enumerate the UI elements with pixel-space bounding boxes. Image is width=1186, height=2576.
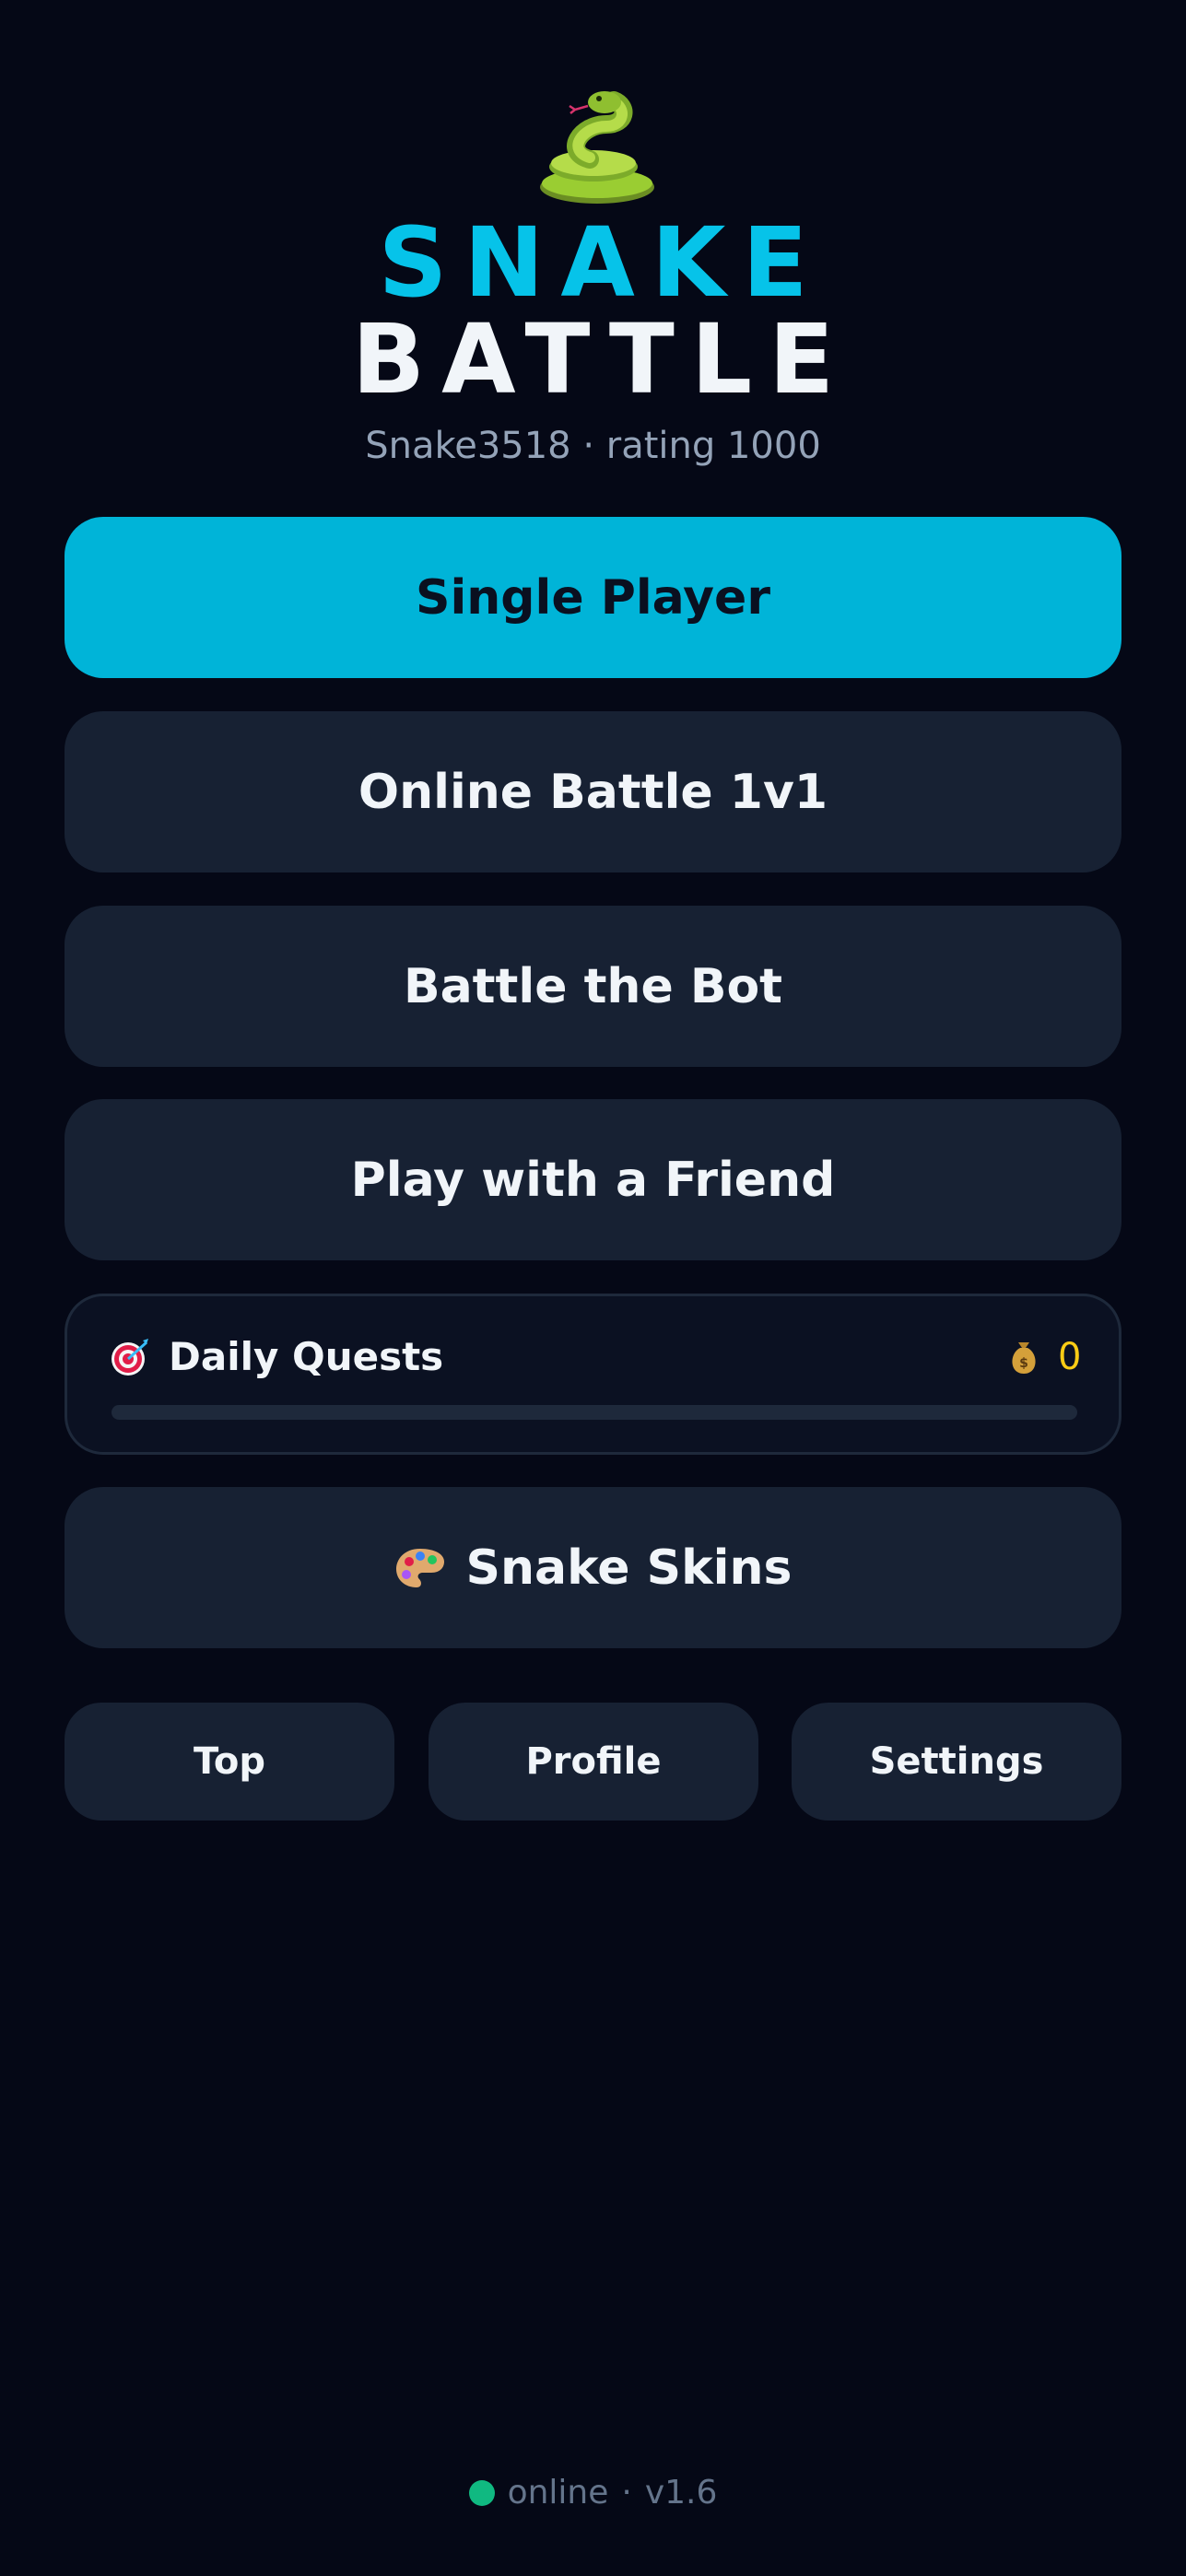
quests-progress-bar xyxy=(112,1405,1077,1420)
title-snake: SNAKE xyxy=(378,206,825,319)
palette-icon xyxy=(395,1548,444,1587)
target-icon xyxy=(112,1339,148,1376)
top-button[interactable]: Top xyxy=(65,1703,394,1821)
snake-icon xyxy=(540,91,654,204)
daily-quests-card[interactable]: Daily Quests $ 0 xyxy=(65,1294,1121,1455)
title-battle: BATTLE xyxy=(351,303,851,416)
snake-skins-button[interactable]: Snake Skins xyxy=(65,1487,1121,1648)
profile-button[interactable]: Profile xyxy=(429,1703,758,1821)
play-friend-button[interactable]: Play with a Friend xyxy=(65,1099,1121,1260)
snake-skins-label: Snake Skins xyxy=(465,1540,793,1596)
settings-button[interactable]: Settings xyxy=(792,1703,1121,1821)
money-bag-icon: $ xyxy=(1012,1342,1036,1374)
player-info: Snake3518 · rating 1000 xyxy=(365,425,821,467)
single-player-button[interactable]: Single Player xyxy=(65,517,1121,678)
online-battle-button[interactable]: Online Battle 1v1 xyxy=(65,711,1121,872)
battle-bot-button[interactable]: Battle the Bot xyxy=(65,906,1121,1067)
online-status-dot xyxy=(468,2479,495,2506)
daily-quests-label: Daily Quests xyxy=(169,1334,444,1379)
status-text: online xyxy=(507,2474,609,2512)
version-text: v1.6 xyxy=(644,2474,718,2512)
footer: online · v1.6 xyxy=(0,2474,1186,2512)
footer-separator: · xyxy=(621,2474,632,2512)
svg-text:$: $ xyxy=(1019,1356,1028,1371)
coin-count: 0 xyxy=(1058,1336,1082,1378)
